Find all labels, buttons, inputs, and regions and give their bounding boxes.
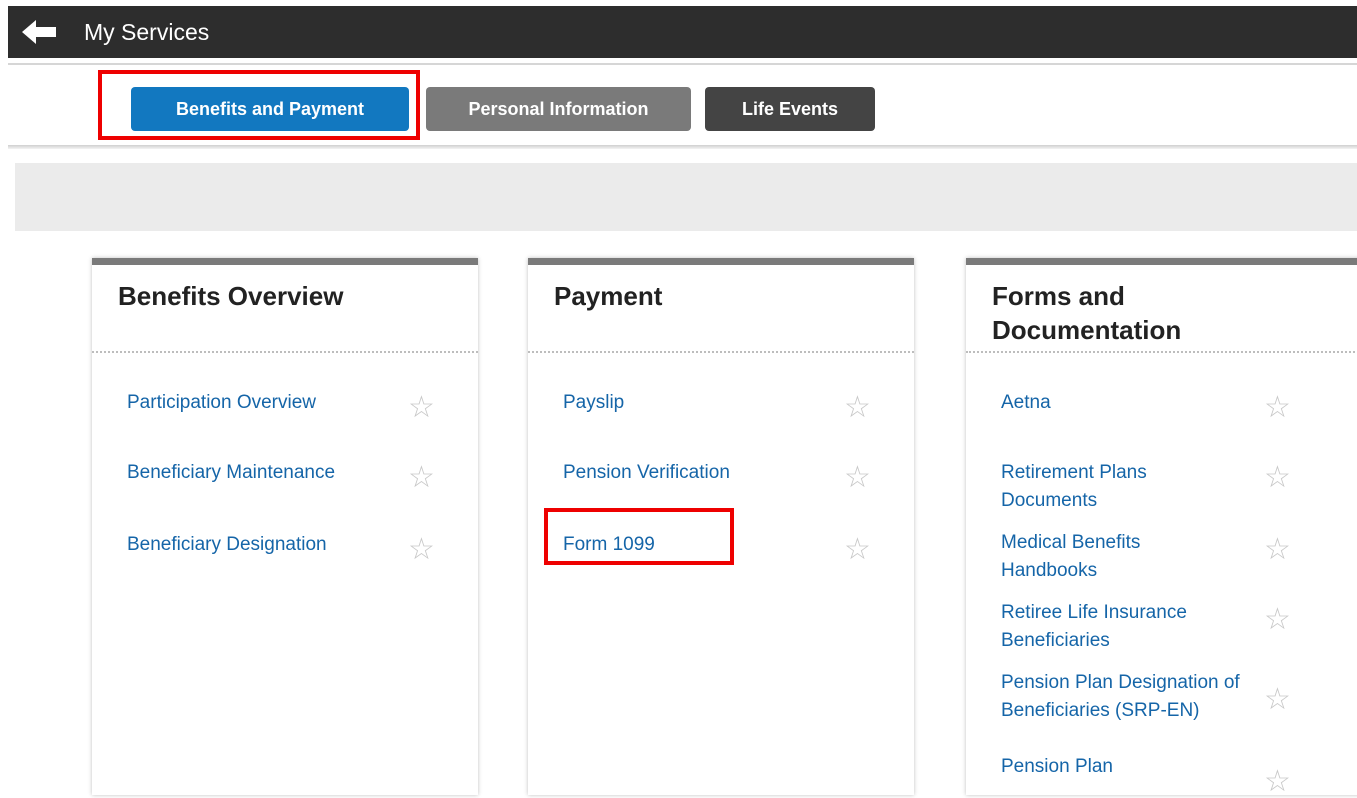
arrow-left-icon[interactable] [22, 20, 56, 44]
star-icon[interactable]: ☆ [1264, 535, 1291, 565]
star-icon[interactable]: ☆ [844, 535, 871, 565]
page-title: My Services [84, 19, 210, 45]
card-divider [528, 351, 914, 353]
card-divider [966, 351, 1357, 353]
link-pension-verification[interactable]: Pension Verification [563, 459, 730, 487]
link-medical-benefits-handbooks[interactable]: Medical Benefits Handbooks [1001, 529, 1181, 585]
star-icon[interactable]: ☆ [1264, 605, 1291, 635]
tab-bar-shadow [8, 145, 1357, 149]
star-icon[interactable]: ☆ [1264, 463, 1291, 493]
star-icon[interactable]: ☆ [408, 393, 435, 423]
link-beneficiary-maintenance[interactable]: Beneficiary Maintenance [127, 459, 335, 487]
link-retirement-plans-documents[interactable]: Retirement Plans Documents [1001, 459, 1181, 515]
banner-area [15, 163, 1357, 231]
tab-benefits-and-payment[interactable]: Benefits and Payment [131, 87, 409, 131]
link-participation-overview[interactable]: Participation Overview [127, 389, 316, 417]
card-benefits-overview: Benefits Overview Participation Overview… [92, 258, 478, 795]
card-divider [92, 351, 478, 353]
star-icon[interactable]: ☆ [1264, 685, 1291, 715]
star-icon[interactable]: ☆ [408, 535, 435, 565]
link-aetna[interactable]: Aetna [1001, 389, 1241, 417]
link-pension-plan[interactable]: Pension Plan [1001, 753, 1241, 781]
star-icon[interactable]: ☆ [844, 463, 871, 493]
tab-personal-information[interactable]: Personal Information [426, 87, 691, 131]
star-icon[interactable]: ☆ [408, 463, 435, 493]
star-icon[interactable]: ☆ [1264, 393, 1291, 423]
highlight-box-form-1099 [544, 508, 734, 565]
header-divider [8, 63, 1357, 65]
link-payslip[interactable]: Payslip [563, 389, 624, 417]
card-title: Benefits Overview [118, 281, 344, 311]
link-pension-plan-designation[interactable]: Pension Plan Designation of Beneficiarie… [1001, 669, 1241, 725]
card-title: Payment [554, 281, 663, 311]
tab-life-events[interactable]: Life Events [705, 87, 875, 131]
star-icon[interactable]: ☆ [844, 393, 871, 423]
link-beneficiary-designation[interactable]: Beneficiary Designation [127, 531, 327, 559]
card-title: Forms and Documentation [992, 281, 1182, 345]
link-retiree-life-insurance-beneficiaries[interactable]: Retiree Life Insurance Beneficiaries [1001, 599, 1221, 655]
star-icon[interactable]: ☆ [1264, 767, 1291, 797]
tab-bar: Benefits and Payment Personal Informatio… [0, 70, 1357, 150]
header-bar: My Services [8, 6, 1357, 58]
card-forms-and-documentation: Forms and Documentation Aetna ☆ Retireme… [966, 258, 1357, 797]
